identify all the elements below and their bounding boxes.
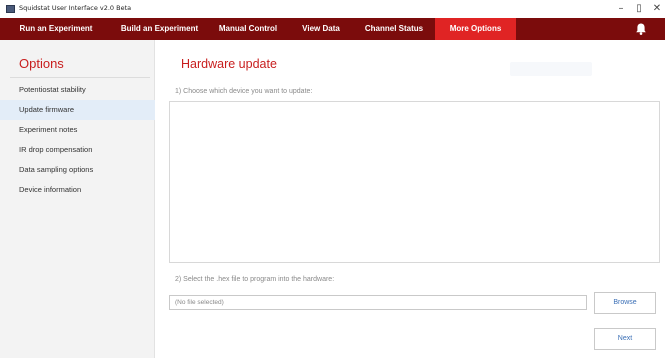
browse-button[interactable]: Browse (594, 292, 656, 314)
sidebar-item-potentiostat-stability[interactable]: Potentiostat stability (0, 80, 155, 100)
nav-more-options[interactable]: More Options (435, 18, 516, 40)
minimize-button[interactable]: – (612, 1, 630, 17)
bell-icon[interactable] (634, 22, 648, 36)
sidebar-item-device-information[interactable]: Device information (0, 180, 155, 200)
main-nav: Run an Experiment Build an Experiment Ma… (0, 18, 665, 40)
sidebar-item-data-sampling-options[interactable]: Data sampling options (0, 160, 155, 180)
app-icon (6, 5, 15, 13)
page-title: Hardware update (181, 57, 277, 71)
nav-channel-status[interactable]: Channel Status (353, 18, 435, 40)
sidebar-item-ir-drop-compensation[interactable]: IR drop compensation (0, 140, 155, 160)
sidebar-title: Options (19, 56, 64, 71)
sidebar-item-experiment-notes[interactable]: Experiment notes (0, 120, 155, 140)
options-sidebar: Options Potentiostat stability Update fi… (0, 40, 155, 358)
nav-manual-control[interactable]: Manual Control (207, 18, 289, 40)
nav-view-data[interactable]: View Data (289, 18, 353, 40)
next-button[interactable]: Next (594, 328, 656, 350)
device-list[interactable] (169, 101, 660, 263)
sidebar-item-update-firmware[interactable]: Update firmware (0, 100, 155, 120)
step2-label: 2) Select the .hex file to program into … (175, 276, 335, 283)
nav-run-experiment[interactable]: Run an Experiment (0, 18, 112, 40)
maximize-button[interactable]: ▯ (630, 1, 648, 17)
hex-file-field[interactable]: (No file selected) (169, 295, 587, 310)
nav-build-experiment[interactable]: Build an Experiment (112, 18, 207, 40)
sidebar-divider (10, 77, 150, 78)
step1-label: 1) Choose which device you want to updat… (175, 88, 313, 95)
close-button[interactable]: ✕ (648, 1, 665, 17)
window-title: Squidstat User Interface v2.0 Beta (19, 4, 132, 12)
title-bar: Squidstat User Interface v2.0 Beta – ▯ ✕ (0, 0, 665, 18)
faded-button (510, 62, 592, 76)
